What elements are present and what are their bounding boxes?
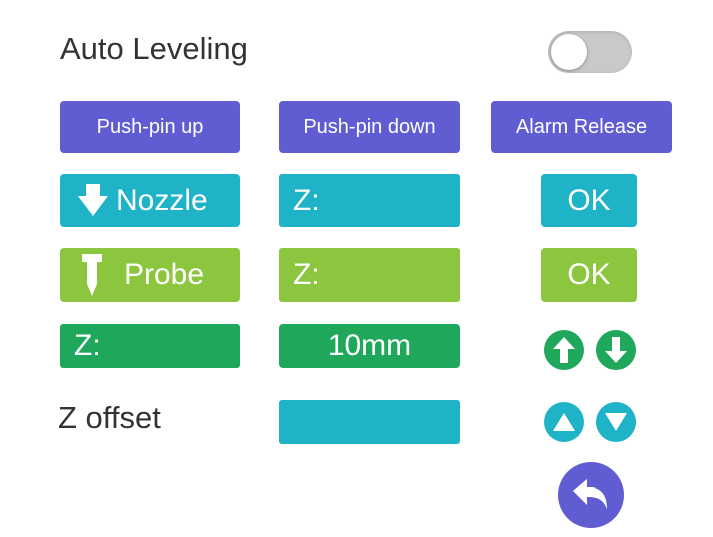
page-title: Auto Leveling — [60, 31, 248, 66]
arrow-down-nozzle-icon — [78, 183, 108, 218]
push-pin-down-button[interactable]: Push-pin down — [279, 101, 460, 153]
toggle-knob — [551, 34, 587, 70]
triangle-up-icon — [553, 413, 575, 431]
probe-label: Probe — [124, 258, 205, 291]
step-distance-button[interactable]: 10mm — [279, 324, 460, 368]
back-return-icon — [573, 479, 609, 511]
triangle-down-icon — [605, 413, 627, 431]
nozzle-z-field[interactable]: Z: — [279, 174, 460, 227]
z-offset-increase-button[interactable] — [544, 402, 584, 442]
probe-z-field[interactable]: Z: — [279, 248, 460, 302]
z-value-field: Z: — [60, 324, 240, 368]
auto-leveling-toggle[interactable] — [548, 31, 632, 73]
probe-ok-button[interactable]: OK — [541, 248, 637, 302]
arrow-down-circle-icon — [605, 337, 627, 363]
z-offset-label: Z offset — [58, 400, 161, 435]
alarm-release-button[interactable]: Alarm Release — [491, 101, 672, 153]
nozzle-label: Nozzle — [116, 183, 208, 217]
probe-button[interactable]: Probe — [60, 248, 240, 302]
probe-icon — [80, 254, 104, 296]
push-pin-up-button[interactable]: Push-pin up — [60, 101, 240, 153]
z-offset-decrease-button[interactable] — [596, 402, 636, 442]
move-down-button[interactable] — [596, 330, 636, 370]
nozzle-button[interactable]: Nozzle — [60, 174, 240, 227]
move-up-button[interactable] — [544, 330, 584, 370]
nozzle-ok-button[interactable]: OK — [541, 174, 637, 227]
back-button[interactable] — [558, 462, 624, 528]
z-offset-field[interactable] — [279, 400, 460, 444]
arrow-up-circle-icon — [553, 337, 575, 363]
